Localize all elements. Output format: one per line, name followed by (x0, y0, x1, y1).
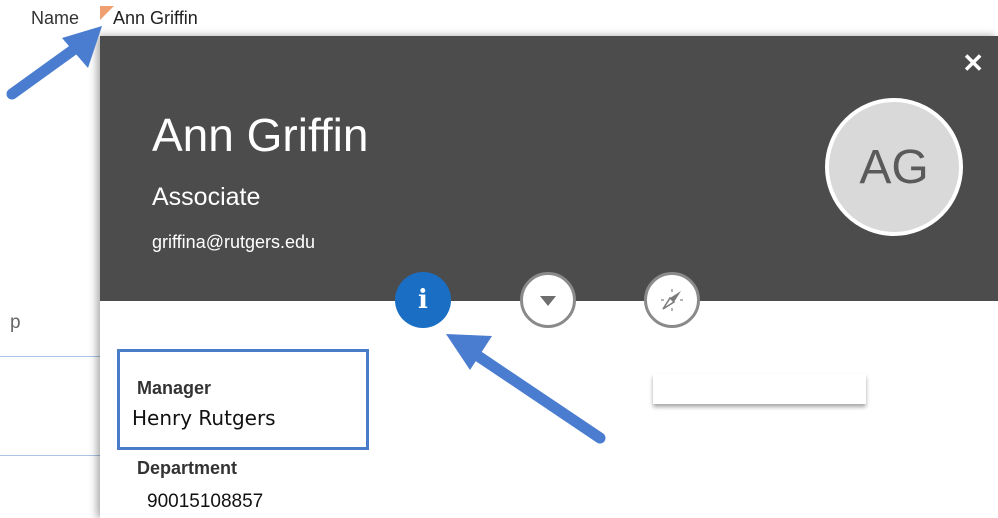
manager-label: Manager (137, 378, 212, 398)
comment-flag-icon (100, 6, 114, 20)
name-field-label: Name (31, 8, 80, 28)
info-button[interactable]: i (395, 272, 451, 328)
name-field-value[interactable]: Ann Griffin (113, 8, 198, 29)
divider (0, 356, 100, 357)
divider (0, 455, 100, 456)
contact-title: Associate (152, 183, 261, 211)
manager-value[interactable]: Henry Rutgers (132, 406, 276, 430)
contact-card-header: ✕ Ann Griffin Associate griffina@rutgers… (100, 36, 998, 301)
compass-icon (661, 289, 683, 311)
close-icon[interactable]: ✕ (962, 50, 984, 76)
background-text: p (10, 312, 21, 333)
chevron-down-icon (540, 296, 556, 306)
manager-highlight-box (117, 349, 369, 450)
dropdown-button[interactable] (520, 272, 576, 328)
info-icon: i (418, 285, 428, 315)
department-label: Department (137, 458, 238, 478)
contact-name: Ann Griffin (152, 109, 369, 161)
arrow-icon (6, 26, 102, 100)
department-value: 90015108857 (147, 491, 264, 512)
contact-email[interactable]: griffina@rutgers.edu (152, 232, 315, 253)
compass-button[interactable] (644, 272, 700, 328)
avatar: AG (825, 98, 963, 236)
contact-card: ✕ Ann Griffin Associate griffina@rutgers… (100, 36, 998, 518)
blank-panel (653, 374, 866, 404)
